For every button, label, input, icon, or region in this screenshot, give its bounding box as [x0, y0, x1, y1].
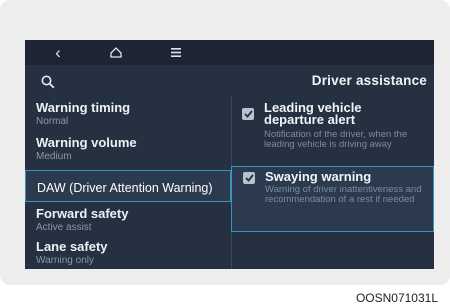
checkbox-leading-vehicle-departure[interactable] [242, 108, 254, 120]
menu-item-value: Active assist [36, 222, 92, 233]
menu-item-label: Warning volume [36, 135, 137, 150]
home-icon [110, 47, 122, 58]
figure-code: OOSN071031L [355, 291, 438, 305]
option-description: Warning of driver inattentiveness and re… [265, 184, 422, 205]
menu-item-lane-safety[interactable]: Lane safety Warning only [25, 237, 231, 269]
option-label: Leading vehicle departure alert [264, 100, 362, 127]
checkmark-icon [244, 174, 254, 182]
page-title: Driver assistance [311, 73, 427, 88]
infotainment-screen: ‹ Driver assistance Warning timing Norma… [25, 40, 434, 269]
option-swaying-warning[interactable]: Swaying warning Warning of driver inatte… [231, 166, 434, 232]
menu-item-daw[interactable]: DAW (Driver Attention Warning) [25, 170, 231, 202]
device-frame: ‹ Driver assistance Warning timing Norma… [0, 0, 450, 285]
back-arrow-icon: ‹ [55, 42, 61, 62]
back-button[interactable]: ‹ [43, 40, 73, 65]
option-leading-vehicle-departure-alert[interactable]: Leading vehicle departure alert Notifica… [231, 98, 434, 166]
menu-item-value: Warning only [36, 255, 94, 266]
option-label: Swaying warning [265, 169, 372, 184]
menu-item-warning-volume[interactable]: Warning volume Medium [25, 133, 231, 165]
search-icon [41, 75, 55, 89]
menu-item-label: Lane safety [36, 239, 108, 254]
menu-item-label: DAW (Driver Attention Warning) [37, 181, 213, 195]
checkbox-swaying-warning[interactable] [243, 172, 255, 184]
checkmark-icon [243, 110, 253, 118]
menu-item-value: Normal [36, 116, 69, 127]
top-nav-bar: ‹ [25, 40, 434, 65]
menu-item-forward-safety[interactable]: Forward safety Active assist [25, 204, 231, 236]
option-description: Notification of the driver, when the lea… [264, 129, 408, 150]
menu-item-label: Warning timing [36, 100, 131, 115]
menu-item-value: Medium [36, 151, 72, 162]
search-button[interactable] [35, 69, 61, 95]
menu-item-label: Forward safety [36, 206, 129, 221]
menu-icon [171, 48, 181, 57]
menu-item-warning-timing[interactable]: Warning timing Normal [25, 98, 231, 130]
home-button[interactable] [101, 40, 131, 65]
menu-button[interactable] [161, 40, 191, 65]
